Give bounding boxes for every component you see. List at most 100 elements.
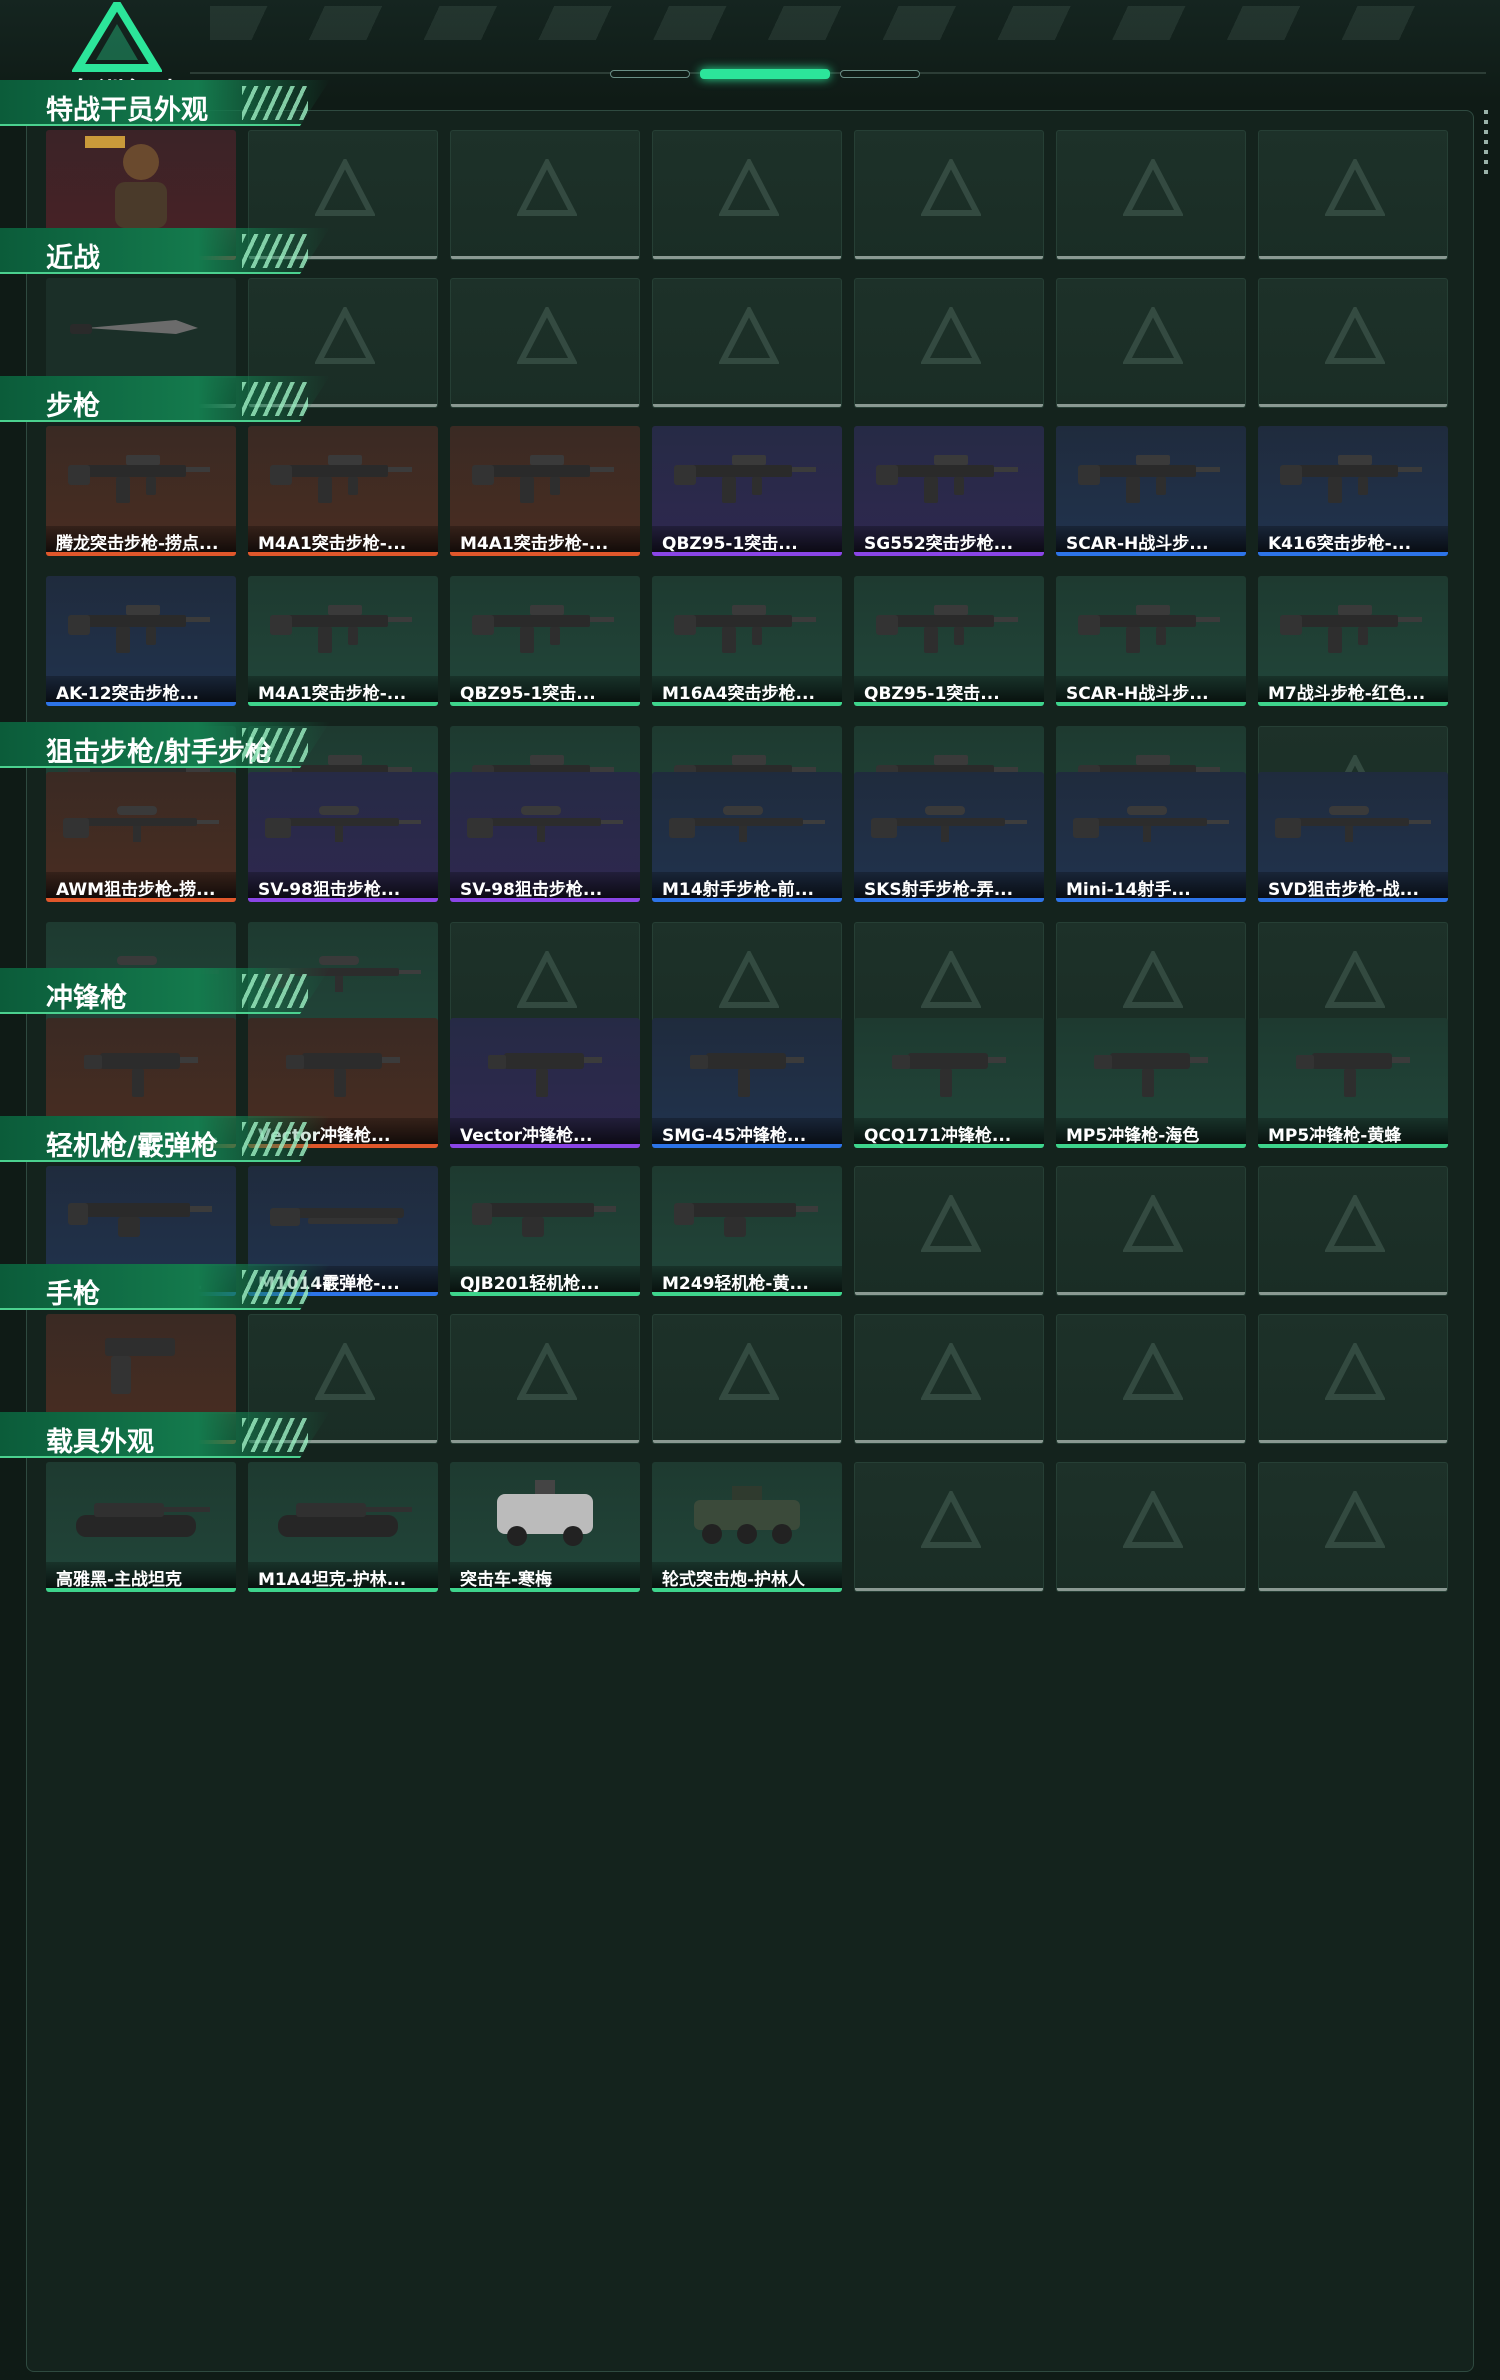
skin-card[interactable]: MP5冲锋枪-黄蜂 <box>1258 1018 1448 1148</box>
slot-bar <box>1057 256 1245 259</box>
skin-name: QJB201轻机枪... <box>450 1266 640 1292</box>
delta-logo-watermark-icon <box>1123 307 1183 367</box>
skin-card[interactable]: M16A4突击步枪... <box>652 576 842 706</box>
slot-bar <box>1057 404 1245 407</box>
page-dot[interactable] <box>610 70 690 78</box>
skin-name: QCQ171冲锋枪... <box>854 1118 1044 1144</box>
slot-bar <box>1057 1588 1245 1591</box>
skin-card[interactable]: 腾龙突击步枪-捞点... <box>46 426 236 556</box>
skin-card[interactable]: 高雅黑-主战坦克 <box>46 1462 236 1592</box>
skin-name: SCAR-H战斗步... <box>1056 676 1246 702</box>
assault-vehicle-icon <box>450 1462 640 1562</box>
skin-card[interactable]: MP5冲锋枪-海色 <box>1056 1018 1246 1148</box>
slot-bar <box>1259 1440 1447 1443</box>
wheeled-vehicle-icon <box>652 1462 842 1562</box>
skin-card[interactable]: SG552突击步枪... <box>854 426 1044 556</box>
skin-name: MP5冲锋枪-黄蜂 <box>1258 1118 1448 1144</box>
skin-card[interactable]: QBZ95-1突击... <box>854 576 1044 706</box>
rifle-icon <box>1056 426 1246 526</box>
skin-card[interactable]: M4A1突击步枪-... <box>450 426 640 556</box>
rifle-icon <box>450 426 640 526</box>
rarity-bar <box>652 1292 842 1296</box>
skin-card[interactable]: M4A1突击步枪-... <box>248 426 438 556</box>
empty-slot <box>854 1166 1044 1296</box>
skin-card[interactable]: SV-98狙击步枪... <box>450 772 640 902</box>
delta-logo-watermark-icon <box>719 951 779 1011</box>
rarity-bar <box>248 898 438 902</box>
page-dot-active[interactable] <box>700 69 830 79</box>
skin-card[interactable]: SMG-45冲锋枪... <box>652 1018 842 1148</box>
skin-card[interactable]: SKS射手步枪-弄... <box>854 772 1044 902</box>
skin-card[interactable]: M7战斗步枪-红色... <box>1258 576 1448 706</box>
delta-logo-watermark-icon <box>921 1195 981 1255</box>
skin-name: SCAR-H战斗步... <box>1056 526 1246 552</box>
smg-icon <box>1258 1018 1448 1118</box>
skin-card[interactable]: Mini-14射手... <box>1056 772 1246 902</box>
delta-logo-watermark-icon <box>1123 951 1183 1011</box>
skin-card[interactable]: QBZ95-1突击... <box>652 426 842 556</box>
skin-name: M1A4坦克-护林... <box>248 1562 438 1588</box>
sniper-icon <box>450 772 640 872</box>
skin-card[interactable]: 突击车-寒梅 <box>450 1462 640 1592</box>
section-title: 近战 <box>0 228 330 274</box>
sniper-icon <box>854 772 1044 872</box>
skin-card[interactable]: Vector冲锋枪... <box>450 1018 640 1148</box>
delta-logo-watermark-icon <box>517 1343 577 1403</box>
skin-card[interactable]: K416突击步枪-... <box>1258 426 1448 556</box>
scrollbar[interactable] <box>1484 110 1488 180</box>
delta-logo-watermark-icon <box>1123 1343 1183 1403</box>
skin-card[interactable]: QCQ171冲锋枪... <box>854 1018 1044 1148</box>
rifle-icon <box>248 576 438 676</box>
skin-card[interactable]: M4A1突击步枪-... <box>248 576 438 706</box>
skin-card[interactable]: SV-98狙击步枪... <box>248 772 438 902</box>
title-hatch <box>242 728 308 762</box>
empty-slot <box>652 130 842 260</box>
rarity-bar <box>652 1588 842 1592</box>
skin-card[interactable]: M1A4坦克-护林... <box>248 1462 438 1592</box>
rifle-icon <box>450 576 640 676</box>
skin-card[interactable]: QJB201轻机枪... <box>450 1166 640 1296</box>
title-hatch <box>242 382 308 416</box>
sniper-icon <box>652 772 842 872</box>
rarity-bar <box>248 1588 438 1592</box>
sniper-icon <box>46 772 236 872</box>
skin-card[interactable]: SVD狙击步枪-战... <box>1258 772 1448 902</box>
delta-logo-watermark-icon <box>921 159 981 219</box>
empty-slot <box>854 1314 1044 1444</box>
smg-icon <box>652 1018 842 1118</box>
section-title: 手枪 <box>0 1264 330 1310</box>
slot-bar <box>1057 1440 1245 1443</box>
delta-logo-watermark-icon <box>719 307 779 367</box>
skin-name: SVD狙击步枪-战... <box>1258 872 1448 898</box>
empty-slot <box>450 278 640 408</box>
skin-card[interactable]: SCAR-H战斗步... <box>1056 426 1246 556</box>
skin-name: 腾龙突击步枪-捞点... <box>46 526 236 552</box>
skin-name: QBZ95-1突击... <box>450 676 640 702</box>
slot-bar <box>855 1440 1043 1443</box>
rarity-bar <box>450 702 640 706</box>
delta-logo-watermark-icon <box>921 951 981 1011</box>
skin-card[interactable]: AWM狙击步枪-捞... <box>46 772 236 902</box>
skin-name: K416突击步枪-... <box>1258 526 1448 552</box>
delta-logo-watermark-icon <box>719 1343 779 1403</box>
skin-card[interactable]: AK-12突击步枪... <box>46 576 236 706</box>
skin-card[interactable]: QBZ95-1突击... <box>450 576 640 706</box>
empty-slot <box>652 278 842 408</box>
skin-card[interactable]: 轮式突击炮-护林人 <box>652 1462 842 1592</box>
empty-slot <box>854 1462 1044 1592</box>
slot-bar <box>1259 1588 1447 1591</box>
empty-slot <box>450 130 640 260</box>
rifle-icon <box>854 576 1044 676</box>
rarity-bar <box>248 552 438 556</box>
skin-name: Mini-14射手... <box>1056 872 1246 898</box>
title-hatch <box>242 1418 308 1452</box>
skin-card[interactable]: M249轻机枪-黄... <box>652 1166 842 1296</box>
page-dot[interactable] <box>840 70 920 78</box>
smg-icon <box>248 1018 438 1118</box>
rarity-bar <box>1056 702 1246 706</box>
item-grid: 高雅黑-主战坦克 M1A4坦克-护林... 突击车-寒梅 轮式突击炮-护林人 <box>46 1462 1456 1592</box>
rifle-icon <box>854 426 1044 526</box>
section-title: 冲锋枪 <box>0 968 330 1014</box>
skin-card[interactable]: M14射手步枪-前... <box>652 772 842 902</box>
skin-card[interactable]: SCAR-H战斗步... <box>1056 576 1246 706</box>
